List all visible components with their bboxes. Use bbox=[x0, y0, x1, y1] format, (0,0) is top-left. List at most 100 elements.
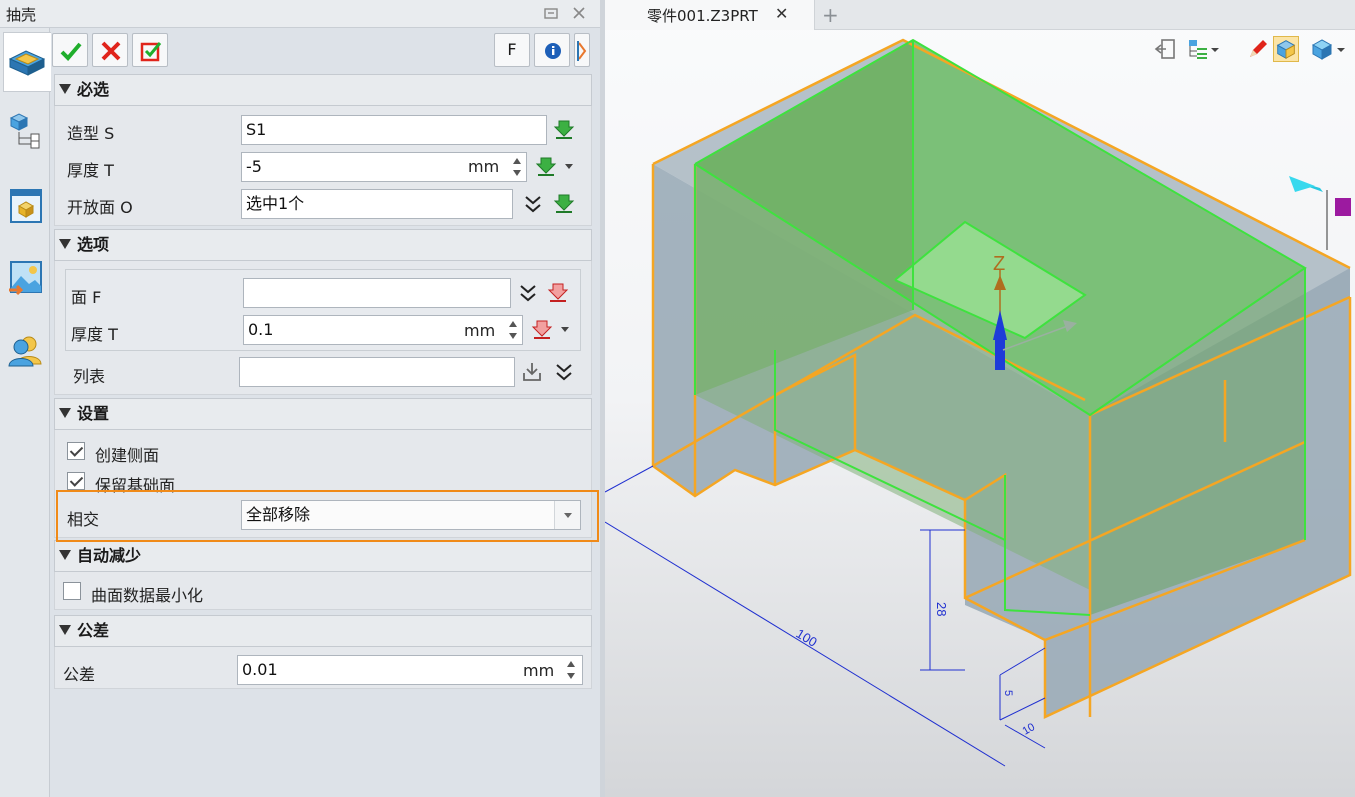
new-tab-plus-icon[interactable]: + bbox=[822, 3, 839, 27]
section-options-title: 选项 bbox=[77, 235, 110, 254]
exit-view-icon[interactable] bbox=[1153, 36, 1179, 62]
shell-feature-icon bbox=[8, 50, 46, 76]
keep-base-checkbox[interactable] bbox=[67, 472, 85, 490]
tab-users[interactable] bbox=[3, 328, 47, 388]
view-manager-icon bbox=[10, 189, 42, 223]
face-thickness-pick-icon[interactable] bbox=[531, 318, 553, 340]
section-settings-title: 设置 bbox=[77, 404, 110, 423]
shape-label: 造型 S bbox=[67, 124, 115, 143]
expand-panel-button[interactable] bbox=[574, 33, 590, 67]
vertical-tab-strip bbox=[0, 28, 51, 797]
thickness-unit: mm bbox=[468, 157, 500, 176]
render-mode-icon[interactable] bbox=[1309, 36, 1349, 62]
create-side-checkbox[interactable] bbox=[67, 442, 85, 460]
pick-download-icon[interactable] bbox=[553, 118, 575, 140]
thickness-spinner[interactable] bbox=[511, 153, 523, 181]
tab-view-manager[interactable] bbox=[3, 180, 47, 240]
create-side-label: 创建侧面 bbox=[95, 446, 160, 465]
info-button[interactable] bbox=[534, 33, 570, 67]
face-pick-icon[interactable] bbox=[547, 281, 569, 303]
minimize-surface-checkbox[interactable] bbox=[63, 582, 81, 600]
section-tolerance-header[interactable]: 公差 bbox=[54, 615, 592, 647]
close-icon[interactable] bbox=[570, 5, 588, 23]
section-tolerance-title: 公差 bbox=[77, 621, 110, 640]
section-options-header[interactable]: 选项 bbox=[54, 229, 592, 261]
collapse-triangle-icon bbox=[59, 550, 71, 560]
open-face-label: 开放面 O bbox=[67, 198, 133, 217]
landscape-image-icon bbox=[9, 261, 42, 296]
history-tree-icon bbox=[9, 113, 40, 149]
tolerance-label: 公差 bbox=[63, 665, 96, 684]
document-tab-bar: 零件001.Z3PRT ✕ + bbox=[605, 0, 1355, 30]
section-settings-header[interactable]: 设置 bbox=[54, 398, 592, 430]
tolerance-unit: mm bbox=[523, 661, 555, 680]
user-icon bbox=[8, 336, 42, 367]
section-required-header[interactable]: 必选 bbox=[54, 74, 592, 106]
chevron-right-icon bbox=[577, 41, 587, 61]
face-label: 面 F bbox=[71, 288, 102, 307]
intersect-highlight-box bbox=[56, 490, 599, 542]
minimize-icon[interactable] bbox=[542, 5, 560, 23]
thickness-label: 厚度 T bbox=[67, 161, 114, 180]
part-model-scene[interactable]: Z 100 28 5 10 bbox=[605, 30, 1355, 797]
section-required-title: 必选 bbox=[77, 80, 110, 99]
face-thickness-caret-icon[interactable] bbox=[561, 327, 569, 332]
tab-shell[interactable] bbox=[3, 32, 51, 92]
list-input[interactable] bbox=[239, 357, 515, 387]
list-double-chevron-icon[interactable] bbox=[553, 361, 575, 383]
open-face-pick-icon[interactable] bbox=[553, 192, 575, 214]
shell-panel: 抽壳 F 必选 造型 S S1 厚度 T -5 mm 开放面 O 选中1个 选项… bbox=[0, 0, 600, 797]
document-tab[interactable]: 零件001.Z3PRT ✕ bbox=[605, 0, 815, 30]
face-thickness-spinner[interactable] bbox=[507, 316, 519, 344]
pencil-icon[interactable] bbox=[1245, 36, 1271, 62]
open-face-input[interactable]: 选中1个 bbox=[241, 189, 513, 219]
ok-button[interactable] bbox=[52, 33, 88, 67]
tolerance-spinner[interactable] bbox=[565, 656, 577, 684]
double-chevron-down-icon[interactable] bbox=[522, 193, 544, 215]
collapse-triangle-icon bbox=[59, 625, 71, 635]
minimize-surface-label: 曲面数据最小化 bbox=[91, 586, 204, 605]
check-icon bbox=[60, 42, 82, 61]
tolerance-value: 0.01 bbox=[242, 660, 278, 679]
face-thickness-value: 0.1 bbox=[248, 320, 274, 339]
cancel-button[interactable] bbox=[92, 33, 128, 67]
panel-title: 抽壳 bbox=[6, 6, 37, 24]
collapse-triangle-icon bbox=[59, 239, 71, 249]
thickness-dropdown-caret-icon[interactable] bbox=[565, 164, 573, 169]
face-input[interactable] bbox=[243, 278, 511, 308]
shell-form: F 必选 造型 S S1 厚度 T -5 mm 开放面 O 选中1个 选项 面 … bbox=[52, 30, 594, 795]
tab-close-icon[interactable]: ✕ bbox=[775, 4, 788, 23]
tab-render[interactable] bbox=[3, 254, 47, 314]
thickness-value: -5 bbox=[246, 157, 262, 176]
shape-input[interactable]: S1 bbox=[241, 115, 547, 145]
z-axis-label: Z bbox=[993, 253, 1005, 275]
section-options-body: 面 F 厚度 T 0.1 mm 列表 bbox=[54, 261, 592, 395]
section-tolerance-body: 公差 0.01 mm bbox=[54, 647, 592, 689]
collapse-triangle-icon bbox=[59, 408, 71, 418]
apply-button[interactable] bbox=[132, 33, 168, 67]
list-label: 列表 bbox=[73, 367, 106, 386]
3d-viewport[interactable]: 零件001.Z3PRT ✕ + Z 100 28 5 10 bbox=[605, 0, 1355, 797]
section-required-body: 造型 S S1 厚度 T -5 mm 开放面 O 选中1个 bbox=[54, 106, 592, 226]
face-double-chevron-icon[interactable] bbox=[517, 282, 539, 304]
section-auto-reduce-body: 曲面数据最小化 bbox=[54, 572, 592, 610]
display-filter-icon[interactable] bbox=[1185, 36, 1221, 62]
face-thickness-label: 厚度 T bbox=[71, 325, 118, 344]
f-button[interactable]: F bbox=[494, 33, 530, 67]
face-thickness-unit: mm bbox=[464, 321, 496, 340]
cross-icon bbox=[101, 41, 121, 61]
list-import-icon[interactable] bbox=[521, 361, 543, 383]
shaded-view-icon[interactable] bbox=[1273, 36, 1299, 62]
apply-check-icon bbox=[140, 42, 162, 62]
document-tab-label: 零件001.Z3PRT bbox=[647, 7, 758, 25]
view-direction-glyph bbox=[1289, 176, 1351, 250]
dimension-height: 28 bbox=[934, 602, 949, 616]
f-button-label: F bbox=[507, 40, 517, 59]
panel-titlebar: 抽壳 bbox=[0, 0, 600, 28]
thickness-pick-icon[interactable] bbox=[535, 155, 557, 177]
section-auto-reduce-title: 自动减少 bbox=[77, 546, 142, 565]
collapse-triangle-icon bbox=[59, 84, 71, 94]
info-icon bbox=[545, 43, 561, 59]
tab-history[interactable] bbox=[3, 106, 47, 166]
section-auto-reduce-header[interactable]: 自动减少 bbox=[54, 540, 592, 572]
